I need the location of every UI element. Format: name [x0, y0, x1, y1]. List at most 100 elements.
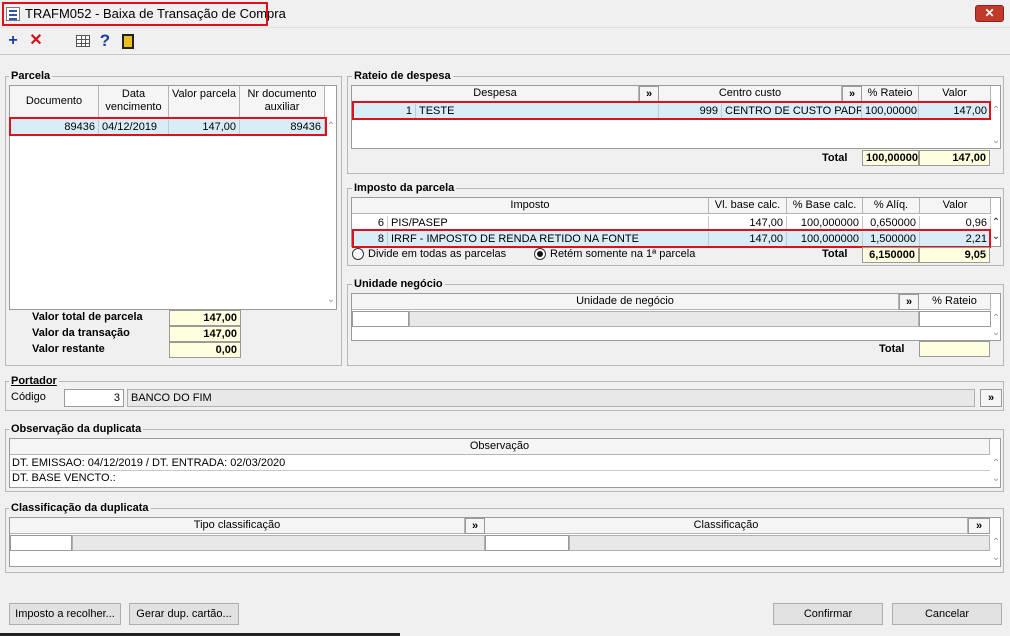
col-pct-rateio[interactable]: % Rateio: [862, 86, 919, 102]
table-row[interactable]: 1 TESTE 999 CENTRO DE CUSTO PADRAO 100,0…: [352, 103, 991, 119]
confirm-button[interactable]: Confirmar: [773, 603, 883, 625]
unidade-total-label: Total: [879, 343, 905, 355]
parcela-grid[interactable]: Documento Data vencimento Valor parcela …: [9, 85, 337, 310]
tipo-lookup-button[interactable]: »: [465, 518, 485, 534]
col-pct-aliq[interactable]: % Alíq.: [863, 198, 920, 214]
cell-valor: 2,21: [920, 232, 991, 246]
observacao-grid[interactable]: Observação DT. EMISSAO: 04/12/2019 / DT.…: [9, 438, 1001, 488]
table-row[interactable]: 89436 04/12/2019 147,00 89436: [10, 119, 325, 135]
col-vl-base[interactable]: Vl. base calc.: [709, 198, 787, 214]
cell-pct-aliq: 0,650000: [863, 216, 920, 230]
scroll-up-arrow[interactable]: ⌃: [991, 538, 1001, 548]
unidade-title: Unidade negócio: [352, 278, 445, 290]
exit-door-icon[interactable]: [122, 34, 134, 49]
valor-restante-label: Valor restante: [32, 343, 105, 355]
toolbar-separator: [0, 54, 1010, 55]
table-row[interactable]: 6 PIS/PASEP 147,00 100,000000 0,650000 0…: [352, 215, 991, 231]
scroll-up-arrow[interactable]: ⌃: [326, 122, 336, 132]
cell-valor-parcela: 147,00: [169, 120, 240, 134]
observacao-line[interactable]: DT. BASE VENCTO.:: [10, 471, 990, 486]
unidade-total-valor: [919, 341, 990, 357]
unidade-lookup-button[interactable]: »: [899, 294, 919, 310]
imposto-grid[interactable]: Imposto Vl. base calc. % Base calc. % Al…: [351, 197, 1001, 247]
col-pct-rateio[interactable]: % Rateio: [919, 294, 991, 310]
cell-imposto: PIS/PASEP: [388, 216, 709, 230]
imposto-recolher-button[interactable]: Imposto a recolher...: [9, 603, 121, 625]
unidade-grid[interactable]: Unidade de negócio » % Rateio ⌃ ⌄: [351, 293, 1001, 341]
col-unidade[interactable]: Unidade de negócio: [352, 294, 899, 310]
col-tipo-classificacao[interactable]: Tipo classificação: [10, 518, 465, 534]
tipo-code-input[interactable]: [10, 535, 72, 551]
scroll-up-arrow[interactable]: ⌃: [991, 106, 1001, 116]
gerar-dup-cartao-button[interactable]: Gerar dup. cartão...: [129, 603, 239, 625]
window-title: TRAFM052 - Baixa de Transação de Compra: [25, 6, 286, 21]
classificacao-lookup-button[interactable]: »: [968, 518, 990, 534]
radio-retem[interactable]: [534, 248, 546, 260]
scroll-down-arrow[interactable]: ⌄: [991, 232, 1001, 242]
valor-transacao-label: Valor da transação: [32, 327, 130, 339]
rateio-title: Rateio de despesa: [352, 70, 453, 82]
col-imposto[interactable]: Imposto: [352, 198, 709, 214]
radio-divide-label[interactable]: Divide em todas as parcelas: [368, 248, 506, 260]
table-row[interactable]: 8 IRRF - IMPOSTO DE RENDA RETIDO NA FONT…: [352, 231, 991, 247]
cell-imposto: IRRF - IMPOSTO DE RENDA RETIDO NA FONTE: [388, 232, 709, 246]
col-documento[interactable]: Documento: [10, 86, 99, 118]
radio-divide[interactable]: [352, 248, 364, 260]
scroll-down-arrow[interactable]: ⌄: [991, 474, 1001, 484]
col-valor[interactable]: Valor: [919, 86, 991, 102]
cell-data-vencimento: 04/12/2019: [99, 120, 169, 134]
col-data-vencimento[interactable]: Data vencimento: [99, 86, 169, 118]
close-button[interactable]: ✕: [975, 5, 1004, 22]
cell-despesa-cod: 1: [352, 104, 416, 118]
valor-restante-value: 0,00: [169, 342, 241, 358]
cell-valor: 0,96: [920, 216, 991, 230]
rateio-grid[interactable]: Despesa » Centro custo » % Rateio Valor …: [351, 85, 1001, 149]
cancel-button[interactable]: Cancelar: [892, 603, 1002, 625]
rateio-total-pct: 100,00000: [862, 150, 919, 166]
col-nr-doc-aux[interactable]: Nr documento auxiliar: [240, 86, 325, 118]
col-valor-parcela[interactable]: Valor parcela: [169, 86, 240, 118]
imposto-total-aliq: 6,150000: [862, 247, 919, 263]
app-icon: [6, 7, 20, 21]
imposto-total-valor: 9,05: [919, 247, 990, 263]
scroll-down-arrow[interactable]: ⌄: [991, 553, 1001, 563]
tipo-name-field: [72, 535, 485, 551]
scroll-down-arrow[interactable]: ⌄: [326, 295, 336, 305]
classificacao-code-input[interactable]: [485, 535, 569, 551]
col-valor[interactable]: Valor: [920, 198, 991, 214]
col-despesa[interactable]: Despesa: [352, 86, 639, 102]
col-pct-base[interactable]: % Base calc.: [787, 198, 863, 214]
scroll-up-arrow[interactable]: ⌃: [991, 314, 1001, 324]
delete-icon[interactable]: ✕: [29, 32, 43, 50]
observacao-line[interactable]: DT. EMISSAO: 04/12/2019 / DT. ENTRADA: 0…: [10, 456, 990, 471]
cell-nr-doc-aux: 89436: [240, 120, 325, 134]
codigo-input[interactable]: 3: [64, 389, 124, 407]
parcela-title: Parcela: [9, 70, 53, 82]
rateio-total-label: Total: [822, 152, 848, 164]
valor-transacao-value: 147,00: [169, 326, 241, 342]
portador-title: Portador: [9, 375, 59, 387]
scroll-down-arrow[interactable]: ⌄: [991, 136, 1001, 146]
cell-pct-base: 100,000000: [787, 232, 863, 246]
scroll-down-arrow[interactable]: ⌄: [991, 328, 1001, 338]
unidade-code-input[interactable]: [352, 311, 409, 327]
add-icon[interactable]: +: [6, 32, 20, 50]
portador-lookup-button[interactable]: »: [980, 389, 1002, 407]
help-icon[interactable]: ?: [98, 32, 112, 50]
cell-despesa: TESTE: [416, 104, 659, 118]
col-classificacao[interactable]: Classificação: [485, 518, 968, 534]
centro-custo-lookup-button[interactable]: »: [842, 86, 862, 102]
portador-nome-field: BANCO DO FIM: [127, 389, 975, 407]
grid-icon[interactable]: [76, 35, 90, 47]
scroll-up-arrow[interactable]: ⌃: [991, 459, 1001, 469]
radio-retem-label[interactable]: Retém somente na 1ª parcela: [550, 248, 695, 260]
scroll-up-arrow[interactable]: ⌃: [991, 218, 1001, 228]
classificacao-name-field: [569, 535, 990, 551]
cell-vl-base: 147,00: [709, 232, 787, 246]
observacao-title: Observação da duplicata: [9, 423, 144, 435]
classificacao-grid[interactable]: Tipo classificação » Classificação » ⌃ ⌄: [9, 517, 1001, 567]
unidade-pct-input[interactable]: [919, 311, 991, 327]
col-centro-custo[interactable]: Centro custo: [659, 86, 842, 102]
col-observacao[interactable]: Observação: [10, 439, 990, 455]
despesa-lookup-button[interactable]: »: [639, 86, 659, 102]
